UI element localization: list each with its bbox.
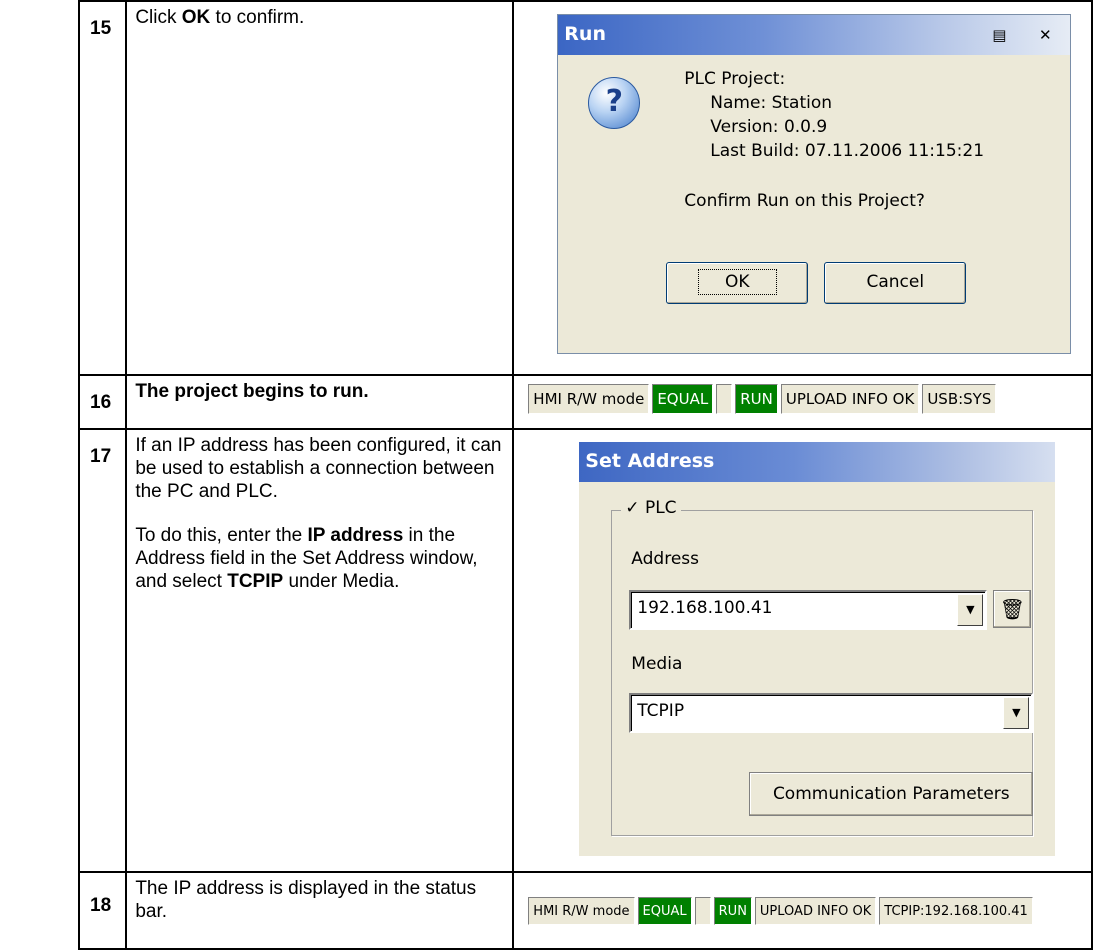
step-description: The IP address is displayed in the statu… xyxy=(125,871,515,950)
status-run: RUN xyxy=(735,384,778,414)
screenshot-cell: Run ▤ ✕ ? PLC Project: Name: Station Ver… xyxy=(512,0,1093,376)
run-dialog-title: Run xyxy=(564,23,606,45)
chevron-down-icon[interactable]: ▼ xyxy=(1003,697,1030,729)
status-run: RUN xyxy=(713,897,752,925)
step-number: 17 xyxy=(90,446,112,467)
step-description: Click OK to confirm. xyxy=(125,0,515,376)
step-number: 15 xyxy=(90,18,112,39)
step-paragraph: To do this, enter the IP address in the … xyxy=(135,524,504,593)
screenshot-cell: HMI R/W mode EQUAL RUN UPLOAD INFO OK US… xyxy=(512,374,1093,430)
communication-parameters-button[interactable]: Communication Parameters xyxy=(749,772,1034,816)
project-version: Version: 0.0.9 xyxy=(710,117,828,137)
status-connection: USB:SYS xyxy=(922,384,997,414)
status-mode: HMI R/W mode xyxy=(528,897,635,925)
step-number-cell: 18 xyxy=(77,871,128,950)
step-text: The IP address is displayed in the statu… xyxy=(135,878,477,922)
step-text-bold: IP address xyxy=(307,525,404,546)
project-name: Name: Station xyxy=(710,93,833,113)
step-row: 18 The IP address is displayed in the st… xyxy=(77,871,1093,950)
step-number: 16 xyxy=(90,392,112,413)
delete-address-button[interactable]: 🗑 xyxy=(993,590,1032,628)
status-mode: HMI R/W mode xyxy=(528,384,650,414)
step-number-cell: 16 xyxy=(77,374,128,430)
step-description: The project begins to run. xyxy=(125,374,515,430)
step-number-cell: 15 xyxy=(77,0,128,376)
address-label: Address xyxy=(631,549,699,569)
step-row: 15 Click OK to confirm. Run ▤ ✕ ? PLC Pr… xyxy=(77,0,1093,376)
step-number-cell: 17 xyxy=(77,428,128,873)
screenshot-cell: HMI R/W mode EQUAL RUN UPLOAD INFO OK TC… xyxy=(512,871,1093,950)
status-upload: UPLOAD INFO OK xyxy=(754,897,877,925)
step-text: Click xyxy=(135,7,182,28)
cancel-button[interactable]: Cancel xyxy=(824,262,967,304)
status-bar: HMI R/W mode EQUAL RUN UPLOAD INFO OK US… xyxy=(528,384,999,414)
media-combobox[interactable]: TCPIP ▼ xyxy=(629,693,1034,733)
address-value: 192.168.100.41 xyxy=(637,598,773,618)
status-bar: HMI R/W mode EQUAL RUN UPLOAD INFO OK TC… xyxy=(528,897,1036,925)
address-combobox[interactable]: 192.168.100.41 ▼ xyxy=(629,590,988,630)
step-text-bold: The project begins to run. xyxy=(135,381,369,402)
status-empty xyxy=(716,384,733,414)
confirm-text: Confirm Run on this Project? xyxy=(684,191,925,211)
step-text-bold: TCPIP xyxy=(227,571,284,592)
plc-group-label[interactable]: ✓ PLC xyxy=(621,498,681,518)
project-label: PLC Project: xyxy=(684,69,786,89)
step-description: If an IP address has been configured, it… xyxy=(125,428,515,873)
status-equal: EQUAL xyxy=(652,384,714,414)
step-row: 16 The project begins to run. HMI R/W mo… xyxy=(77,374,1093,430)
media-label: Media xyxy=(631,654,683,674)
set-address-title: Set Address xyxy=(585,450,715,472)
status-empty xyxy=(694,897,711,925)
step-text: under Media. xyxy=(283,571,400,592)
run-dialog-titlebar: Run ▤ ✕ xyxy=(558,15,1071,55)
trash-icon: 🗑 xyxy=(999,597,1025,621)
ok-button[interactable]: OK xyxy=(666,262,809,304)
step-paragraph: If an IP address has been configured, it… xyxy=(135,435,502,502)
print-icon[interactable]: ▤ xyxy=(988,25,1010,45)
status-connection: TCPIP:192.168.100.41 xyxy=(879,897,1033,925)
step-text: to confirm. xyxy=(210,7,305,28)
status-upload: UPLOAD INFO OK xyxy=(780,384,920,414)
ok-button-label: OK xyxy=(698,269,777,295)
cancel-button-label: Cancel xyxy=(866,272,925,292)
step-number: 18 xyxy=(90,895,112,916)
set-address-window: Set Address ✓ PLC Address 192.168.100.41… xyxy=(579,442,1056,856)
status-equal: EQUAL xyxy=(637,897,692,925)
close-icon[interactable]: ✕ xyxy=(1034,25,1056,45)
chevron-down-icon[interactable]: ▼ xyxy=(957,594,984,626)
step-row: 17 If an IP address has been configured,… xyxy=(77,428,1093,873)
instruction-table: 15 Click OK to confirm. Run ▤ ✕ ? PLC Pr… xyxy=(77,0,1093,950)
question-icon: ? xyxy=(588,77,641,129)
communication-parameters-label: Communication Parameters xyxy=(772,784,1010,804)
project-build: Last Build: 07.11.2006 11:15:21 xyxy=(710,141,985,161)
run-dialog: Run ▤ ✕ ? PLC Project: Name: Station Ver… xyxy=(557,14,1072,354)
set-address-titlebar: Set Address xyxy=(579,442,1056,482)
screenshot-cell: Set Address ✓ PLC Address 192.168.100.41… xyxy=(512,428,1093,873)
media-value: TCPIP xyxy=(637,701,685,721)
step-text-bold: OK xyxy=(181,7,211,28)
step-text: To do this, enter the xyxy=(135,525,308,546)
